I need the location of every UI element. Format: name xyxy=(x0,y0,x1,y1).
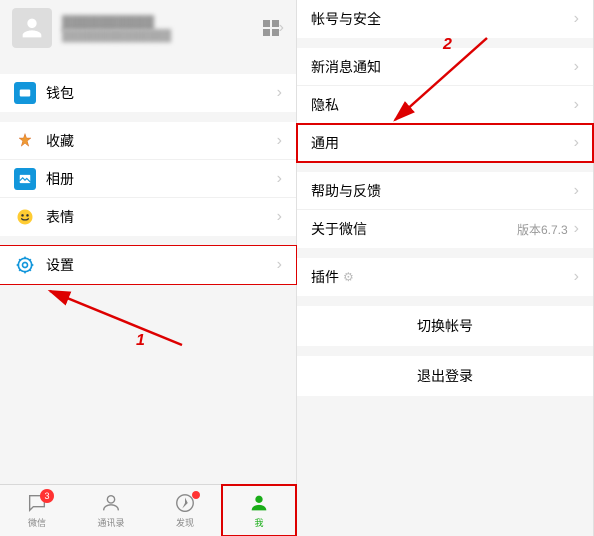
spacer xyxy=(0,294,296,484)
settings-label: 设置 xyxy=(46,255,277,275)
wallet-group: 钱包 › xyxy=(0,74,296,112)
profile-name: ██████████ xyxy=(62,15,263,30)
row-plugin[interactable]: 插件 ⚙ › xyxy=(297,258,593,296)
media-group: 收藏 › 相册 › 表情 › xyxy=(0,122,296,236)
row-sticker[interactable]: 表情 › xyxy=(0,198,296,236)
row-album[interactable]: 相册 › xyxy=(0,160,296,198)
album-label: 相册 xyxy=(46,169,277,189)
tab-me[interactable]: 我 xyxy=(222,485,296,536)
chevron-right-icon: › xyxy=(574,58,579,76)
help-label: 帮助与反馈 xyxy=(311,181,574,201)
logout-label: 退出登录 xyxy=(417,366,473,386)
profile-text: ██████████ ██████████████ xyxy=(62,15,263,42)
tab-chats-label: 微信 xyxy=(28,516,46,529)
tab-chats[interactable]: 3 微信 xyxy=(0,485,74,536)
chevron-right-icon: › xyxy=(574,134,579,152)
chevron-right-icon: › xyxy=(277,132,282,150)
tab-contacts[interactable]: 通讯录 xyxy=(74,485,148,536)
chevron-right-icon: › xyxy=(277,170,282,188)
favorites-label: 收藏 xyxy=(46,131,277,151)
row-wallet[interactable]: 钱包 › xyxy=(0,74,296,112)
row-general-highlighted[interactable]: 通用 › xyxy=(297,124,593,162)
prefs-group: 新消息通知 › 隐私 › 通用 › xyxy=(297,48,593,162)
chevron-right-icon: › xyxy=(574,96,579,114)
profile-header[interactable]: ██████████ ██████████████ › xyxy=(0,0,296,56)
row-privacy[interactable]: 隐私 › xyxy=(297,86,593,124)
row-help[interactable]: 帮助与反馈 › xyxy=(297,172,593,210)
settings-panel: 帐号与安全 › 新消息通知 › 隐私 › 通用 › 帮助与反馈 › 关于微信 版… xyxy=(297,0,594,536)
profile-id: ██████████████ xyxy=(62,30,263,42)
album-icon xyxy=(14,168,36,190)
me-panel: ██████████ ██████████████ › 钱包 › 收藏 › xyxy=(0,0,297,536)
wallet-icon xyxy=(14,82,36,104)
chevron-right-icon: › xyxy=(574,10,579,28)
switch-account-label: 切换帐号 xyxy=(417,316,473,336)
row-settings[interactable]: 设置 › xyxy=(0,246,296,284)
chevron-right-icon: › xyxy=(279,19,284,37)
row-about[interactable]: 关于微信 版本6.7.3 › xyxy=(297,210,593,248)
plugin-label: 插件 xyxy=(311,267,339,287)
sticker-icon xyxy=(14,206,36,228)
general-label: 通用 xyxy=(311,133,574,153)
row-logout[interactable]: 退出登录 xyxy=(297,356,593,396)
favorites-icon xyxy=(14,130,36,152)
row-notifications[interactable]: 新消息通知 › xyxy=(297,48,593,86)
plugin-gear-icon: ⚙ xyxy=(343,270,354,284)
spacer xyxy=(297,406,593,536)
gear-icon xyxy=(14,254,36,276)
help-group: 帮助与反馈 › 关于微信 版本6.7.3 › xyxy=(297,172,593,248)
chevron-right-icon: › xyxy=(277,256,282,274)
plugin-group: 插件 ⚙ › xyxy=(297,258,593,296)
chevron-right-icon: › xyxy=(574,220,579,238)
settings-group-highlighted: 设置 › xyxy=(0,246,296,284)
row-account-security[interactable]: 帐号与安全 › xyxy=(297,0,593,38)
about-version: 版本6.7.3 xyxy=(517,221,568,238)
qr-code-icon[interactable] xyxy=(263,20,279,36)
chevron-right-icon: › xyxy=(277,208,282,226)
tab-bar: 3 微信 通讯录 发现 我 xyxy=(0,484,296,536)
chats-badge: 3 xyxy=(40,489,54,503)
wallet-label: 钱包 xyxy=(46,83,277,103)
contacts-icon xyxy=(100,492,122,514)
discover-dot xyxy=(192,491,200,499)
chevron-right-icon: › xyxy=(574,182,579,200)
notifications-label: 新消息通知 xyxy=(311,57,574,77)
avatar xyxy=(12,8,52,48)
account-security-label: 帐号与安全 xyxy=(311,9,574,29)
about-label: 关于微信 xyxy=(311,219,517,239)
account-group: 帐号与安全 › xyxy=(297,0,593,38)
tab-contacts-label: 通讯录 xyxy=(97,516,124,529)
row-favorites[interactable]: 收藏 › xyxy=(0,122,296,160)
chevron-right-icon: › xyxy=(277,84,282,102)
me-icon xyxy=(248,492,270,514)
tab-me-label: 我 xyxy=(254,516,263,529)
chevron-right-icon: › xyxy=(574,268,579,286)
tab-discover-label: 发现 xyxy=(176,516,194,529)
sticker-label: 表情 xyxy=(46,207,277,227)
tab-discover[interactable]: 发现 xyxy=(148,485,222,536)
privacy-label: 隐私 xyxy=(311,95,574,115)
row-switch-account[interactable]: 切换帐号 xyxy=(297,306,593,346)
